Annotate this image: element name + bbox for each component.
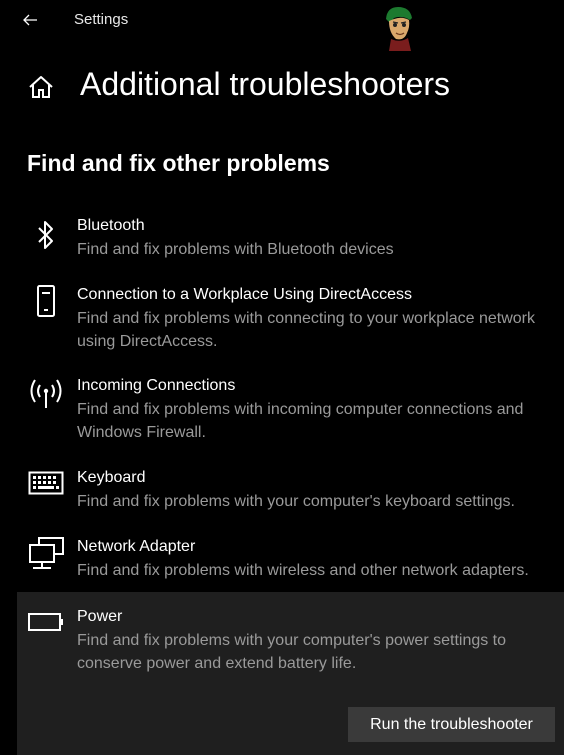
settings-window: Settings Additional troubleshooters Find… [0, 0, 564, 755]
item-name: Incoming Connections [77, 377, 236, 394]
item-name: Bluetooth [77, 217, 145, 234]
keyboard-icon [26, 471, 66, 511]
brand-logo [386, 7, 412, 51]
troubleshooter-item-bluetooth[interactable]: Bluetooth Find and fix problems with Blu… [0, 217, 564, 265]
network-adapter-icon [26, 536, 66, 576]
troubleshooter-item-directaccess[interactable]: Connection to a Workplace Using DirectAc… [0, 284, 564, 354]
item-description: Find and fix problems with Bluetooth dev… [77, 241, 394, 258]
item-description: Find and fix problems with incoming comp… [77, 401, 524, 441]
item-description: Find and fix problems with your computer… [77, 493, 515, 510]
home-button[interactable] [26, 72, 56, 102]
troubleshooter-item-incoming-connections[interactable]: Incoming Connections Find and fix proble… [0, 377, 564, 445]
item-description: Find and fix problems with your computer… [77, 632, 507, 672]
title-bar: Settings [0, 0, 564, 51]
back-arrow-icon [23, 14, 37, 26]
antenna-signal-icon [26, 375, 66, 415]
page-title: Additional troubleshooters [80, 66, 451, 102]
section-title: Find and fix other problems [27, 150, 330, 176]
item-name: Connection to a Workplace Using DirectAc… [77, 286, 412, 303]
home-icon [29, 76, 53, 98]
bluetooth-icon [26, 219, 66, 259]
troubleshooter-item-network-adapter[interactable]: Network Adapter Find and fix problems wi… [0, 536, 564, 584]
run-troubleshooter-button[interactable]: Run the troubleshooter [348, 707, 555, 742]
item-name: Power [77, 608, 123, 625]
item-name: Network Adapter [77, 538, 196, 555]
troubleshooter-item-keyboard[interactable]: Keyboard Find and fix problems with your… [0, 469, 564, 515]
item-description: Find and fix problems with wireless and … [77, 562, 529, 579]
item-name: Keyboard [77, 469, 146, 486]
battery-icon [26, 612, 66, 652]
back-button[interactable] [16, 6, 44, 34]
app-title: Settings [74, 11, 129, 28]
phone-device-icon [26, 284, 66, 324]
item-description: Find and fix problems with connecting to… [77, 310, 535, 350]
